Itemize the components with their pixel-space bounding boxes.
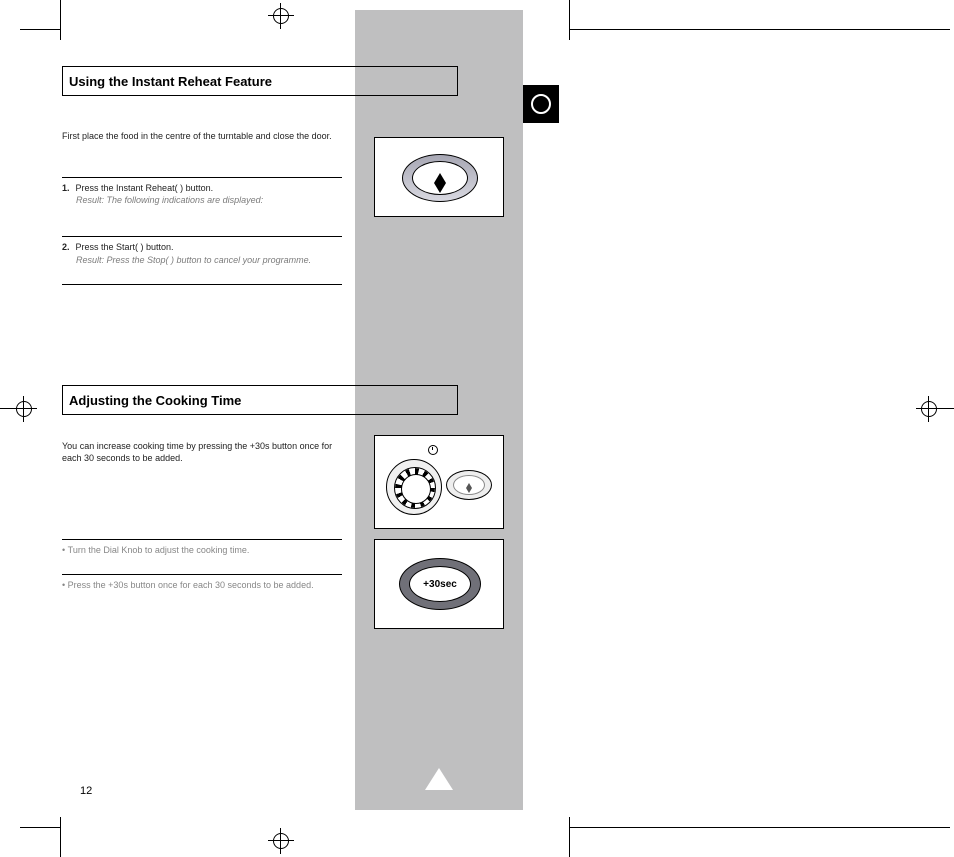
step-number: 2. [62,241,70,253]
rule [62,574,342,575]
plus30sec-button-icon: +30sec [399,558,481,610]
crop-mark [942,408,954,409]
plus30sec-label: +30sec [409,566,471,602]
triangle-up-icon [425,768,453,790]
section2-title: Adjusting the Cooking Time [62,385,458,415]
section2-body: You can increase cooking time by pressin… [62,440,342,592]
registration-target-icon [270,5,292,27]
rule [62,236,342,237]
step-result: Result: Press the Stop( ) button to canc… [62,254,342,266]
figure-dial-and-start [374,435,504,529]
step-text: Press the Start( ) button. [76,241,174,253]
section1-title: Using the Instant Reheat Feature [62,66,458,96]
language-ring-icon [531,94,551,114]
page-number: 12 [80,785,92,797]
step-number: 1. [62,182,70,194]
step-text: Press the Instant Reheat( ) button. [76,182,214,194]
start-button-small-icon [446,470,492,500]
diamond-icon [466,483,472,488]
section2-item: Turn the Dial Knob to adjust the cooking… [68,545,250,555]
crop-mark [20,827,60,828]
crop-mark [570,827,950,828]
rule [62,284,342,285]
registration-target-icon [918,398,940,420]
section1-intro: First place the food in the centre of th… [62,130,342,142]
start-button-icon [402,154,478,202]
crop-mark [569,0,570,40]
rule [62,539,342,540]
crop-mark [60,0,61,40]
page-edge-tab [523,85,559,123]
figure-start-button [374,137,504,217]
registration-target-icon [270,830,292,852]
section2-item: Press the +30s button once for each 30 s… [68,580,314,590]
registration-target-icon [13,398,35,420]
dial-knob-icon [386,459,440,513]
crop-mark [569,817,570,857]
clock-icon [428,445,438,455]
diamond-icon [434,173,446,183]
figure-plus30sec-button: +30sec [374,539,504,629]
step-result: Result: The following indications are di… [62,194,342,206]
crop-mark [0,408,12,409]
rule [62,177,342,178]
section2-intro: You can increase cooking time by pressin… [62,440,342,464]
section1-body: First place the food in the centre of th… [62,130,342,289]
crop-mark [60,817,61,857]
crop-mark [570,29,950,30]
crop-mark [20,29,60,30]
